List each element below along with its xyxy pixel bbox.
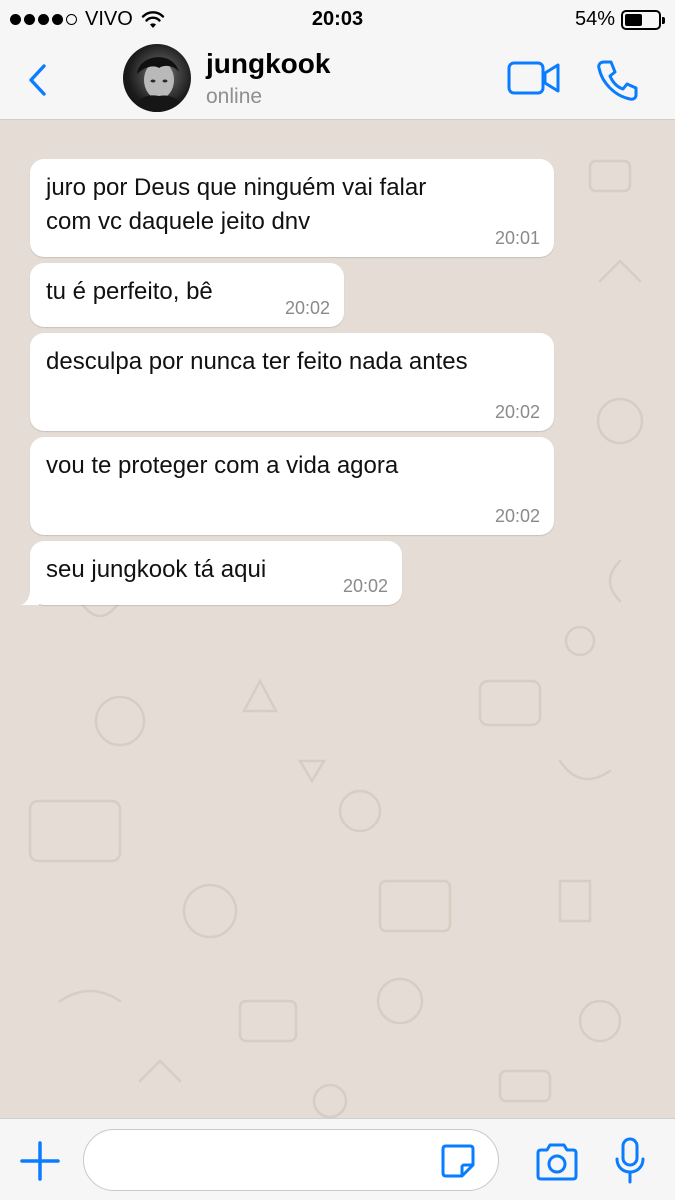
- video-camera-icon[interactable]: [507, 60, 561, 96]
- chat-header: jungkook online: [0, 40, 675, 120]
- bubble-tail: [21, 589, 39, 605]
- message-bubble[interactable]: seu jungkook tá aqui 20:02: [21, 541, 402, 605]
- plus-icon[interactable]: [20, 1141, 60, 1181]
- sticker-icon[interactable]: [440, 1143, 476, 1179]
- clock: 20:03: [311, 8, 364, 30]
- message-text: juro por Deus que ninguém vai falar com …: [46, 174, 427, 235]
- message-bubble[interactable]: juro por Deus que ninguém vai falar com …: [30, 159, 554, 257]
- message-text: desculpa por nunca ter feito nada antes: [46, 348, 468, 375]
- message-input[interactable]: [83, 1129, 499, 1191]
- battery-percent: 54%: [574, 8, 615, 30]
- message-text: vou te proteger com a vida agora: [46, 452, 399, 479]
- input-bar: [0, 1118, 675, 1200]
- message-time: 20:02: [494, 402, 540, 422]
- message-bubble[interactable]: desculpa por nunca ter feito nada antes …: [30, 333, 554, 431]
- avatar-photo: [133, 57, 185, 112]
- camera-icon[interactable]: [534, 1143, 580, 1181]
- chevron-left-icon[interactable]: [24, 60, 54, 100]
- message-time: 20:02: [284, 298, 330, 318]
- message-time: 20:02: [342, 576, 388, 596]
- phone-icon[interactable]: [595, 58, 639, 102]
- message-time: 20:02: [494, 506, 540, 526]
- message-bubble[interactable]: vou te proteger com a vida agora 20:02: [30, 437, 554, 535]
- battery-icon: [621, 9, 665, 30]
- battery-level: [625, 13, 643, 26]
- status-right: 54%: [574, 8, 665, 31]
- contact-status: online: [206, 85, 263, 108]
- message-text: seu jungkook tá aqui: [46, 556, 267, 583]
- microphone-icon[interactable]: [614, 1137, 646, 1185]
- message-bubble[interactable]: tu é perfeito, bê 20:02: [30, 263, 344, 327]
- avatar[interactable]: [123, 44, 191, 112]
- contact-name[interactable]: jungkook: [206, 48, 330, 80]
- chat-area[interactable]: juro por Deus que ninguém vai falar com …: [0, 121, 675, 1118]
- status-bar: VIVO 20:03 54%: [0, 0, 675, 40]
- message-time: 20:01: [494, 228, 540, 248]
